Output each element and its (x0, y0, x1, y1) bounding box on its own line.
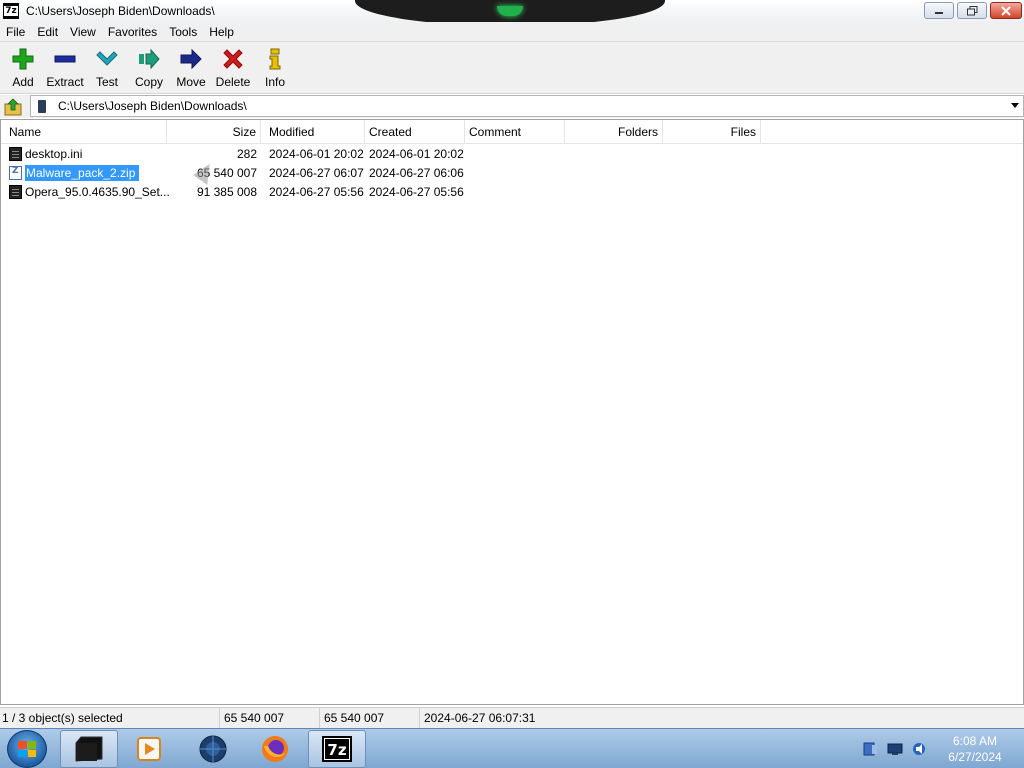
start-button[interactable] (7, 730, 47, 768)
column-size[interactable]: Size (167, 120, 261, 144)
file-name: desktop.ini (25, 147, 83, 161)
extract-label: Extract (46, 75, 84, 89)
info-button[interactable]: Info (254, 42, 296, 92)
arrow-right-icon (180, 48, 202, 70)
file-created: 2024-06-27 06:06 (369, 166, 464, 180)
address-dropdown-icon[interactable] (1011, 103, 1019, 108)
add-label: Add (12, 75, 34, 89)
menu-help[interactable]: Help (203, 22, 240, 42)
svg-text:7z: 7z (327, 741, 346, 759)
status-modified: 2024-06-27 06:07:31 (424, 711, 536, 725)
firefox-icon (262, 736, 288, 762)
drive-icon (38, 99, 46, 113)
file-explorer-icon (75, 736, 103, 762)
list-header: Name Size Modified Created Comment Folde… (1, 120, 1023, 144)
delete-label: Delete (215, 75, 251, 89)
file-modified: 2024-06-27 05:56 (269, 185, 364, 199)
window-title: C:\Users\Joseph Biden\Downloads\ (26, 4, 215, 18)
status-total-size: 65 540 007 (322, 708, 420, 729)
network-icon[interactable] (887, 742, 903, 756)
column-folders[interactable]: Folders (565, 120, 663, 144)
taskbar: 7z 6:08 AM 6/27/2024 (0, 728, 1024, 768)
file-name: Malware_pack_2.zip (25, 164, 140, 183)
delete-button[interactable]: Delete (212, 42, 254, 92)
up-folder-button[interactable] (2, 96, 24, 118)
restore-button[interactable] (957, 2, 987, 19)
taskbar-file-explorer[interactable] (60, 730, 118, 768)
taskbar-7zip[interactable]: 7z (308, 730, 366, 768)
zip-file-icon (9, 166, 22, 180)
test-label: Test (95, 75, 118, 89)
column-created[interactable]: Created (365, 120, 465, 144)
minimize-button[interactable] (924, 2, 954, 19)
system-clock[interactable]: 6:08 AM 6/27/2024 (935, 733, 1015, 765)
menu-favorites[interactable]: Favorites (102, 22, 163, 42)
taskbar-firefox[interactable] (246, 730, 304, 768)
column-name[interactable]: Name (5, 120, 167, 144)
menu-tools[interactable]: Tools (163, 22, 203, 42)
check-icon (96, 51, 118, 66)
exe-file-icon (9, 185, 22, 199)
7zip-icon: 7z (322, 736, 352, 762)
file-created: 2024-06-01 20:02 (369, 147, 464, 161)
close-button[interactable] (990, 2, 1022, 19)
column-files[interactable]: Files (663, 120, 761, 144)
info-label: Info (264, 75, 285, 89)
plus-icon (12, 48, 34, 70)
file-name: Opera_95.0.4635.90_Set... (25, 185, 170, 199)
status-bar: 1 / 3 object(s) selected 65 540 007 65 5… (0, 707, 1024, 729)
file-row-selected[interactable]: Malware_pack_2.zip 65 540 007 2024-06-27… (1, 164, 1023, 183)
extract-button[interactable]: Extract (44, 42, 86, 92)
title-bar: 7z C:\Users\Joseph Biden\Downloads\ (0, 0, 1024, 26)
file-size: 91 385 008 (196, 185, 257, 199)
menu-view[interactable]: View (64, 22, 102, 42)
file-size: 282 (236, 147, 257, 161)
copy-label: Copy (134, 75, 163, 89)
move-label: Move (176, 75, 206, 89)
file-list[interactable]: Name Size Modified Created Comment Folde… (0, 119, 1024, 705)
status-selected-size: 65 540 007 (222, 708, 320, 729)
windows-logo-icon (18, 741, 36, 757)
address-path: C:\Users\Joseph Biden\Downloads\ (58, 99, 247, 113)
file-row[interactable]: Opera_95.0.4635.90_Set... 91 385 008 202… (1, 183, 1023, 202)
clock-time: 6:08 AM (952, 734, 998, 748)
media-player-icon (137, 737, 161, 761)
globe-browser-icon (199, 735, 227, 763)
folder-up-icon (4, 97, 22, 115)
minus-icon (54, 55, 76, 63)
toolbar: Add Extract Test Copy Move Delete Info (0, 42, 1024, 94)
copy-button[interactable]: Copy (128, 42, 170, 92)
7zip-app-icon[interactable]: 7z (3, 3, 19, 19)
menu-edit[interactable]: Edit (31, 22, 64, 42)
menu-bar: File Edit View Favorites Tools Help (0, 22, 1024, 42)
window-controls (924, 2, 1022, 19)
clock-date: 6/27/2024 (948, 750, 1002, 764)
file-modified: 2024-06-01 20:02 (269, 147, 364, 161)
file-modified: 2024-06-27 06:07 (269, 166, 364, 180)
ini-file-icon (9, 147, 22, 161)
tray-device-icon[interactable] (862, 742, 878, 756)
column-comment[interactable]: Comment (465, 120, 565, 144)
add-button[interactable]: Add (2, 42, 44, 92)
x-icon (223, 49, 243, 69)
move-button[interactable]: Move (170, 42, 212, 92)
file-created: 2024-06-27 05:56 (369, 185, 464, 199)
address-field[interactable]: C:\Users\Joseph Biden\Downloads\ (30, 95, 1024, 117)
file-row[interactable]: desktop.ini 282 2024-06-01 20:02 2024-06… (1, 145, 1023, 164)
address-row: C:\Users\Joseph Biden\Downloads\ (0, 95, 1024, 118)
info-icon (269, 48, 281, 70)
status-selection: 1 / 3 object(s) selected (0, 708, 220, 729)
menu-file[interactable]: File (0, 22, 31, 42)
double-arrow-right-icon (139, 48, 160, 70)
test-button[interactable]: Test (86, 42, 128, 92)
taskbar-media-player[interactable] (120, 730, 178, 768)
volume-icon[interactable] (912, 742, 928, 756)
column-modified[interactable]: Modified (265, 120, 365, 144)
taskbar-browser[interactable] (184, 730, 242, 768)
theme-gem-icon (497, 6, 523, 16)
